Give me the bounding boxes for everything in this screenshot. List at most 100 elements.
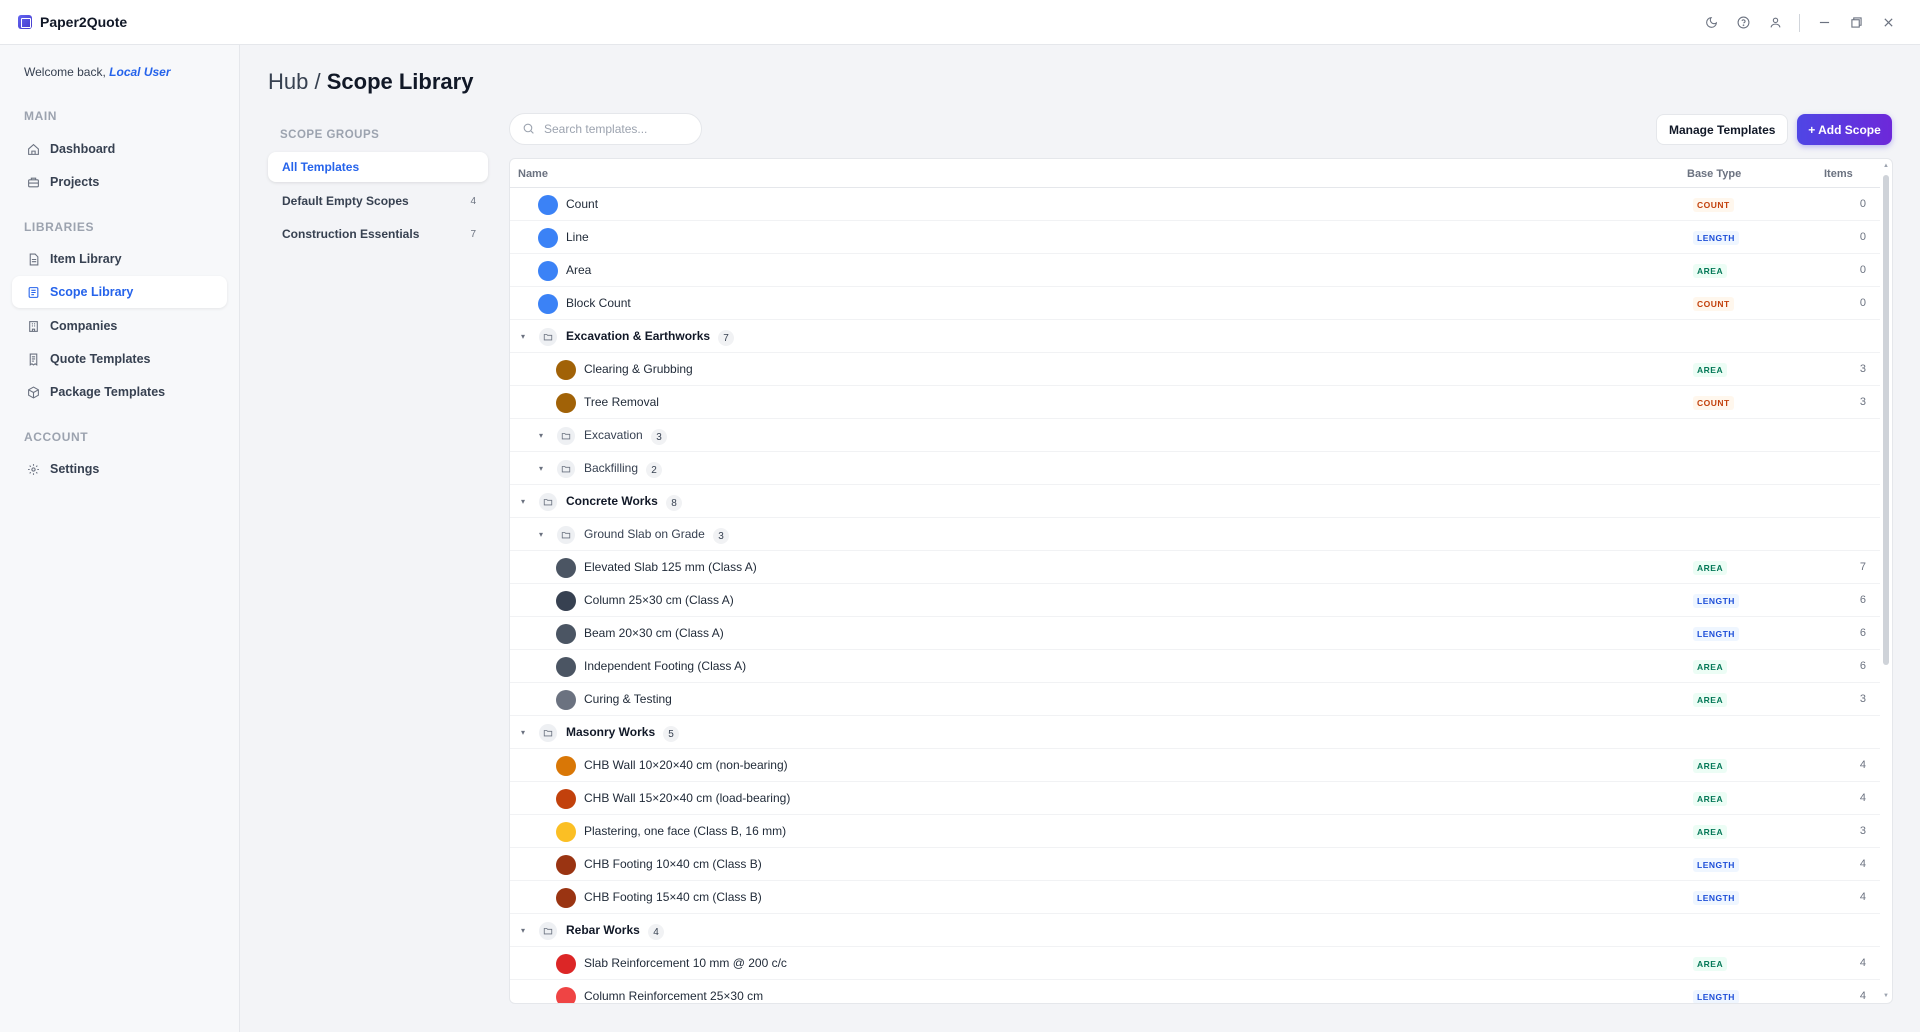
sidebar-item-settings[interactable]: Settings: [12, 453, 227, 485]
subgroup-row[interactable]: ▾ Ground Slab on Grade 3: [510, 518, 1880, 551]
sidebar-item-label: Settings: [50, 462, 100, 476]
column-header-items[interactable]: Items: [1824, 168, 1853, 180]
base-type-badge: COUNT: [1693, 198, 1734, 212]
chevron-down-icon[interactable]: ▾: [518, 330, 528, 342]
help-icon[interactable]: [1727, 7, 1759, 39]
table-row[interactable]: Beam 20×30 cm (Class A) LENGTH 6: [510, 617, 1880, 650]
minimize-icon[interactable]: [1808, 7, 1840, 39]
color-swatch: [556, 789, 576, 809]
color-swatch: [556, 657, 576, 677]
user-icon[interactable]: [1759, 7, 1791, 39]
table-row[interactable]: Column 25×30 cm (Class A) LENGTH 6: [510, 584, 1880, 617]
sidebar-item-scope-library[interactable]: Scope Library: [12, 276, 227, 308]
group-row[interactable]: ▾ Concrete Works 8: [510, 485, 1880, 518]
sidebar-item-dashboard[interactable]: Dashboard: [12, 133, 227, 165]
base-type-badge: COUNT: [1693, 297, 1734, 311]
sidebar-item-package-templates[interactable]: Package Templates: [12, 376, 227, 408]
table-row[interactable]: Plastering, one face (Class B, 16 mm) ARE…: [510, 815, 1880, 848]
titlebar-separator: [1799, 13, 1800, 32]
scope-name: CHB Wall 10×20×40 cm (non-bearing): [584, 758, 788, 772]
column-header-name[interactable]: Name: [518, 168, 548, 180]
group-name: Excavation & Earthworks: [566, 329, 711, 343]
table-row[interactable]: Clearing & Grubbing AREA 3: [510, 353, 1880, 386]
chevron-down-icon[interactable]: ▾: [536, 462, 546, 474]
base-type-badge: AREA: [1693, 957, 1728, 971]
table-row[interactable]: Tree Removal COUNT 3: [510, 386, 1880, 419]
table-row[interactable]: Independent Footing (Class A) AREA 6: [510, 650, 1880, 683]
base-type-badge: LENGTH: [1693, 891, 1739, 905]
scope-group-all-templates[interactable]: All Templates: [268, 152, 488, 182]
base-type-badge: AREA: [1693, 825, 1728, 839]
items-count: 0: [1859, 297, 1866, 309]
sidebar-item-label: Companies: [50, 319, 118, 333]
table-row[interactable]: CHB Footing 15×40 cm (Class B) LENGTH 4: [510, 881, 1880, 914]
table-row[interactable]: CHB Wall 10×20×40 cm (non-bearing) AREA 4: [510, 749, 1880, 782]
subgroup-row[interactable]: ▾ Backfilling 2: [510, 452, 1880, 485]
scope-name: Beam 20×30 cm (Class A): [584, 626, 724, 640]
color-swatch: [538, 294, 558, 314]
scope-group-default-empty-scopes[interactable]: Default Empty Scopes 4: [268, 186, 488, 216]
chevron-down-icon[interactable]: ▾: [518, 726, 528, 738]
theme-toggle-moon-icon[interactable]: [1695, 7, 1727, 39]
table-row[interactable]: CHB Footing 10×40 cm (Class B) LENGTH 4: [510, 848, 1880, 881]
table-row[interactable]: CHB Wall 15×20×40 cm (load-bearing) AREA 4: [510, 782, 1880, 815]
scope-name: Plastering, one face (Class B, 16 mm): [584, 824, 787, 838]
breadcrumb-parent[interactable]: Hub /: [268, 69, 321, 94]
table-row[interactable]: Elevated Slab 125 mm (Class A) AREA 7: [510, 551, 1880, 584]
items-count: 7: [1859, 561, 1866, 573]
chevron-down-icon[interactable]: ▾: [518, 924, 528, 936]
table-row[interactable]: Area AREA 0: [510, 254, 1880, 287]
table-row[interactable]: Line LENGTH 0: [510, 221, 1880, 254]
group-row[interactable]: ▾ Excavation & Earthworks 7: [510, 320, 1880, 353]
table-row[interactable]: Curing & Testing AREA 3: [510, 683, 1880, 716]
column-header-base-type[interactable]: Base Type: [1687, 168, 1741, 180]
table-row[interactable]: Slab Reinforcement 10 mm @ 200 c/c AREA 4: [510, 947, 1880, 980]
items-count: 4: [1859, 957, 1866, 969]
sidebar: Welcome back, Local User MAIN Dashboard …: [0, 45, 240, 1032]
scope-name: CHB Footing 15×40 cm (Class B): [584, 890, 762, 904]
restore-icon[interactable]: [1840, 7, 1872, 39]
scope-name: Slab Reinforcement 10 mm @ 200 c/c: [584, 956, 787, 970]
sidebar-item-companies[interactable]: Companies: [12, 310, 227, 342]
folder-icon: [539, 922, 557, 940]
chevron-down-icon[interactable]: ▾: [536, 528, 546, 540]
scroll-thumb[interactable]: [1883, 175, 1889, 665]
scope-group-label: Default Empty Scopes: [282, 194, 409, 208]
manage-templates-button[interactable]: Manage Templates: [1656, 114, 1789, 145]
add-scope-button[interactable]: + Add Scope: [1797, 114, 1892, 145]
chevron-down-icon[interactable]: ▾: [518, 495, 528, 507]
items-count: 6: [1859, 594, 1866, 606]
chevron-down-icon[interactable]: ▾: [536, 429, 546, 441]
document-icon: [26, 252, 40, 266]
package-icon: [26, 385, 40, 399]
group-row[interactable]: ▾ Rebar Works 4: [510, 914, 1880, 947]
subgroup-row[interactable]: ▾ Excavation 3: [510, 419, 1880, 452]
close-icon[interactable]: [1872, 7, 1904, 39]
home-icon: [26, 142, 40, 156]
group-row[interactable]: ▾ Masonry Works 5: [510, 716, 1880, 749]
scope-name: CHB Footing 10×40 cm (Class B): [584, 857, 762, 871]
table-row[interactable]: Block Count COUNT 0: [510, 287, 1880, 320]
sidebar-item-quote-templates[interactable]: Quote Templates: [12, 343, 227, 375]
color-swatch: [556, 591, 576, 611]
group-name: Masonry Works: [566, 725, 656, 739]
section-main: MAIN: [24, 109, 58, 123]
base-type-badge: COUNT: [1693, 396, 1734, 410]
scope-group-construction-essentials[interactable]: Construction Essentials 7: [268, 219, 488, 249]
table-row[interactable]: Column Reinforcement 25×30 cm LENGTH 4: [510, 980, 1880, 1003]
scope-name: Line: [566, 230, 589, 244]
search-input[interactable]: [544, 122, 684, 136]
sidebar-item-label: Dashboard: [50, 142, 116, 156]
folder-icon: [557, 526, 575, 544]
scroll-up-icon[interactable]: ▲: [1882, 163, 1890, 171]
sidebar-item-item-library[interactable]: Item Library: [12, 243, 227, 275]
scope-group-label: Construction Essentials: [282, 227, 420, 241]
color-swatch: [538, 228, 558, 248]
scroll-down-icon[interactable]: ▼: [1882, 993, 1890, 1001]
scrollbar[interactable]: ▲ ▼: [1882, 163, 1890, 1001]
sidebar-item-projects[interactable]: Projects: [12, 166, 227, 198]
briefcase-icon: [26, 175, 40, 189]
folder-icon: [557, 427, 575, 445]
welcome-prefix: Welcome back,: [24, 65, 110, 79]
table-row[interactable]: Count COUNT 0: [510, 188, 1880, 221]
